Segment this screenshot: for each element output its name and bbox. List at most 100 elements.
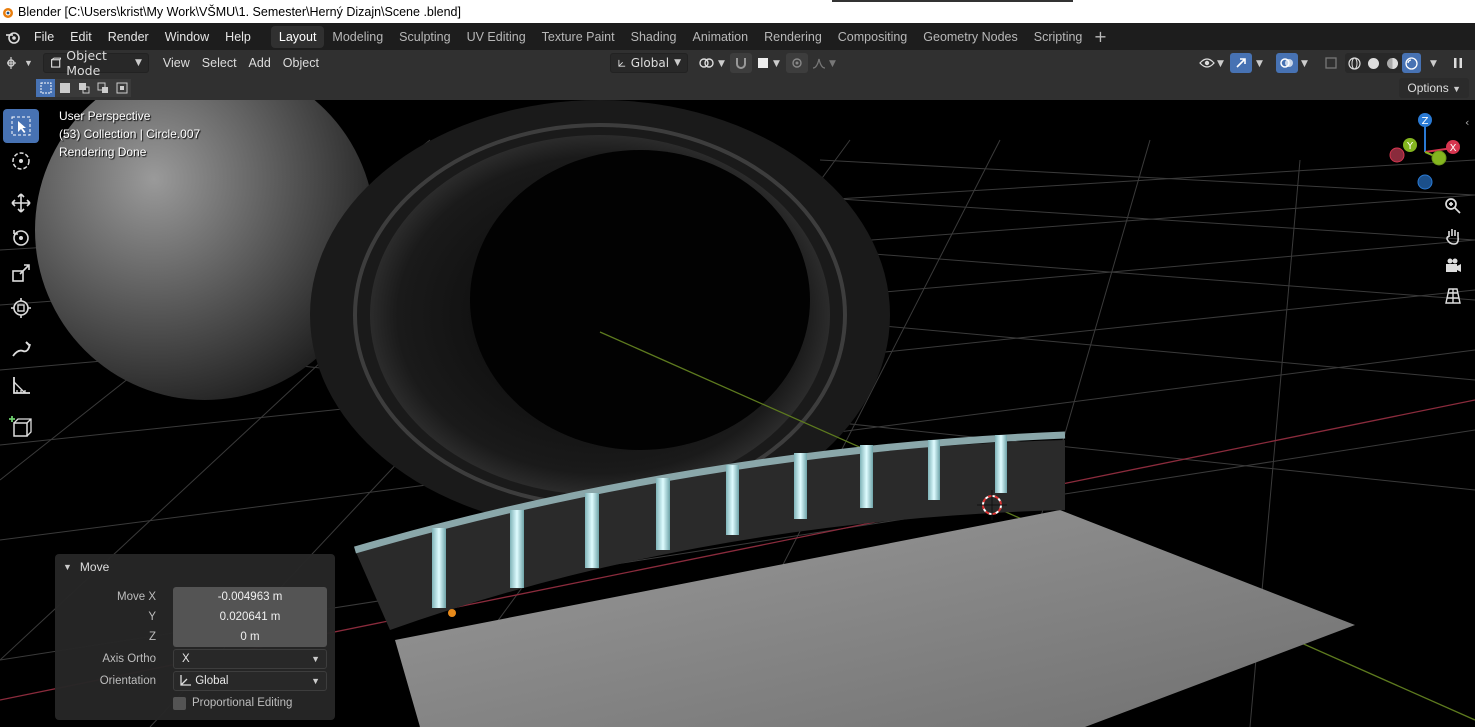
- operator-header[interactable]: ▼ Move: [55, 554, 335, 579]
- tab-compositing[interactable]: Compositing: [830, 26, 915, 48]
- annotate-tool-icon[interactable]: [3, 333, 39, 367]
- top-bar: File Edit Render Window Help Layout Mode…: [0, 23, 1475, 50]
- overlay-toggle-icon[interactable]: [1276, 53, 1298, 73]
- options-label: Options: [1407, 81, 1449, 95]
- rendered-shading-icon[interactable]: [1402, 53, 1421, 73]
- select-extend-icon[interactable]: [55, 79, 74, 97]
- visibility-icon[interactable]: [1196, 53, 1218, 73]
- gizmo-y-label: Y: [1406, 141, 1414, 152]
- gizmo-toggle-icon[interactable]: [1230, 53, 1252, 73]
- shading-chevron-icon[interactable]: ▼: [1430, 59, 1437, 69]
- axis-ortho-select[interactable]: X ▼: [173, 649, 327, 669]
- tab-uv-editing[interactable]: UV Editing: [459, 26, 534, 48]
- menu-help[interactable]: Help: [217, 26, 259, 48]
- mode-dropdown[interactable]: Object Mode ▼: [42, 48, 149, 78]
- move-x-field[interactable]: -0.004963 m: [173, 587, 327, 607]
- render-status-label: Rendering Done: [59, 145, 147, 159]
- menu-render[interactable]: Render: [100, 26, 157, 48]
- overlay-chevron-icon[interactable]: ▼: [1301, 59, 1308, 69]
- select-difference-icon[interactable]: [93, 79, 112, 97]
- orientation-op-value: Global: [195, 675, 229, 687]
- tab-scripting[interactable]: Scripting: [1026, 26, 1091, 48]
- pivot-chevron-icon[interactable]: ▼: [718, 59, 725, 69]
- transform-orientation-dropdown[interactable]: Global ▼: [610, 53, 688, 73]
- axis-ortho-value: X: [182, 653, 190, 665]
- tool-shelf: [0, 108, 42, 445]
- scale-tool-icon[interactable]: [3, 256, 39, 290]
- material-shading-icon[interactable]: [1383, 53, 1402, 73]
- last-operator-panel: ▼ Move Move X -0.004963 m Y 0.020641 m Z…: [55, 554, 335, 720]
- snap-target-icon[interactable]: [752, 53, 774, 73]
- proportional-editing-checkbox[interactable]: Proportional Editing: [173, 696, 293, 710]
- zoom-icon[interactable]: [1440, 193, 1466, 219]
- options-dropdown[interactable]: Options ▼: [1399, 78, 1469, 98]
- ortho-toggle-icon[interactable]: [1440, 283, 1466, 309]
- camera-view-icon[interactable]: [1440, 253, 1466, 279]
- move-tool-icon[interactable]: [3, 186, 39, 220]
- mode-label: Object Mode: [66, 48, 107, 78]
- operator-title: Move: [79, 559, 110, 574]
- proportional-edit-icon[interactable]: [786, 53, 808, 73]
- visibility-chevron-icon[interactable]: ▼: [1217, 59, 1224, 69]
- menu-file[interactable]: File: [26, 26, 62, 48]
- tab-shading[interactable]: Shading: [623, 26, 685, 48]
- snap-chevron-icon[interactable]: ▼: [773, 59, 780, 69]
- cursor-tool-icon[interactable]: [3, 144, 39, 178]
- title-strip: [832, 0, 1073, 2]
- navigation-gizmo[interactable]: Z X Y: [1388, 110, 1468, 195]
- move-y-field[interactable]: 0.020641 m: [173, 607, 327, 627]
- gizmo-z-label: Z: [1422, 116, 1429, 127]
- add-workspace-icon[interactable]: +: [1090, 27, 1110, 46]
- rotate-tool-icon[interactable]: [3, 221, 39, 255]
- editor-type-button[interactable]: ▼: [0, 53, 39, 73]
- move-z-field[interactable]: 0 m: [173, 627, 327, 647]
- snap-toggle-icon[interactable]: [730, 53, 752, 73]
- solid-shading-icon[interactable]: [1364, 53, 1383, 73]
- orientation-select[interactable]: Global ▼: [173, 671, 327, 691]
- move-z-label: Z: [148, 631, 156, 643]
- menu-view[interactable]: View: [157, 53, 196, 73]
- tab-texture-paint[interactable]: Texture Paint: [534, 26, 623, 48]
- transform-tool-icon[interactable]: [3, 291, 39, 325]
- viewport-header: ▼ Object Mode ▼ View Select Add Object G…: [0, 48, 1475, 78]
- object-mode-icon: [50, 57, 62, 68]
- collapse-chevron-icon[interactable]: ▼: [63, 562, 72, 572]
- falloff-icon[interactable]: [808, 53, 830, 73]
- menu-select[interactable]: Select: [196, 53, 243, 73]
- add-cube-tool-icon[interactable]: [3, 410, 39, 444]
- pan-hand-icon[interactable]: [1440, 223, 1466, 249]
- global-axes-icon: [180, 675, 191, 686]
- checkbox-box[interactable]: [173, 696, 186, 710]
- select-new-icon[interactable]: [36, 79, 55, 97]
- falloff-chevron-icon[interactable]: ▼: [829, 59, 836, 69]
- tab-animation[interactable]: Animation: [685, 26, 757, 48]
- tab-rendering[interactable]: Rendering: [756, 26, 830, 48]
- measure-tool-icon[interactable]: [3, 368, 39, 402]
- gizmo-chevron-icon[interactable]: ▼: [1256, 59, 1263, 69]
- select-intersect-icon[interactable]: [112, 79, 131, 97]
- wireframe-shading-icon[interactable]: [1345, 53, 1364, 73]
- collection-label: (53) Collection | Circle.007: [59, 127, 201, 141]
- pivot-point-icon[interactable]: [696, 53, 718, 73]
- gizmo-x-label: X: [1450, 143, 1457, 154]
- tab-modeling[interactable]: Modeling: [324, 26, 391, 48]
- menu-window[interactable]: Window: [157, 26, 217, 48]
- tab-geometry-nodes[interactable]: Geometry Nodes: [915, 26, 1025, 48]
- sidebar-toggle-icon[interactable]: ‹: [1465, 116, 1469, 129]
- menu-edit[interactable]: Edit: [62, 26, 100, 48]
- tab-layout[interactable]: Layout: [270, 25, 325, 48]
- select-subtract-icon[interactable]: [74, 79, 93, 97]
- blender-logo-icon: [0, 5, 14, 19]
- view-perspective-label: User Perspective: [59, 109, 151, 123]
- collapse-header-icon[interactable]: [1447, 53, 1469, 73]
- shading-mode-group: [1345, 53, 1421, 73]
- move-y-label: Y: [148, 611, 156, 623]
- menu-object[interactable]: Object: [277, 53, 325, 73]
- select-box-tool-icon[interactable]: [3, 109, 39, 143]
- xray-toggle-icon[interactable]: [1320, 53, 1342, 73]
- tool-settings-bar: Options ▼: [0, 76, 1475, 100]
- blender-menu-icon[interactable]: [0, 30, 26, 44]
- proportional-editing-label: Proportional Editing: [192, 697, 293, 709]
- tab-sculpting[interactable]: Sculpting: [391, 26, 458, 48]
- menu-add[interactable]: Add: [243, 53, 277, 73]
